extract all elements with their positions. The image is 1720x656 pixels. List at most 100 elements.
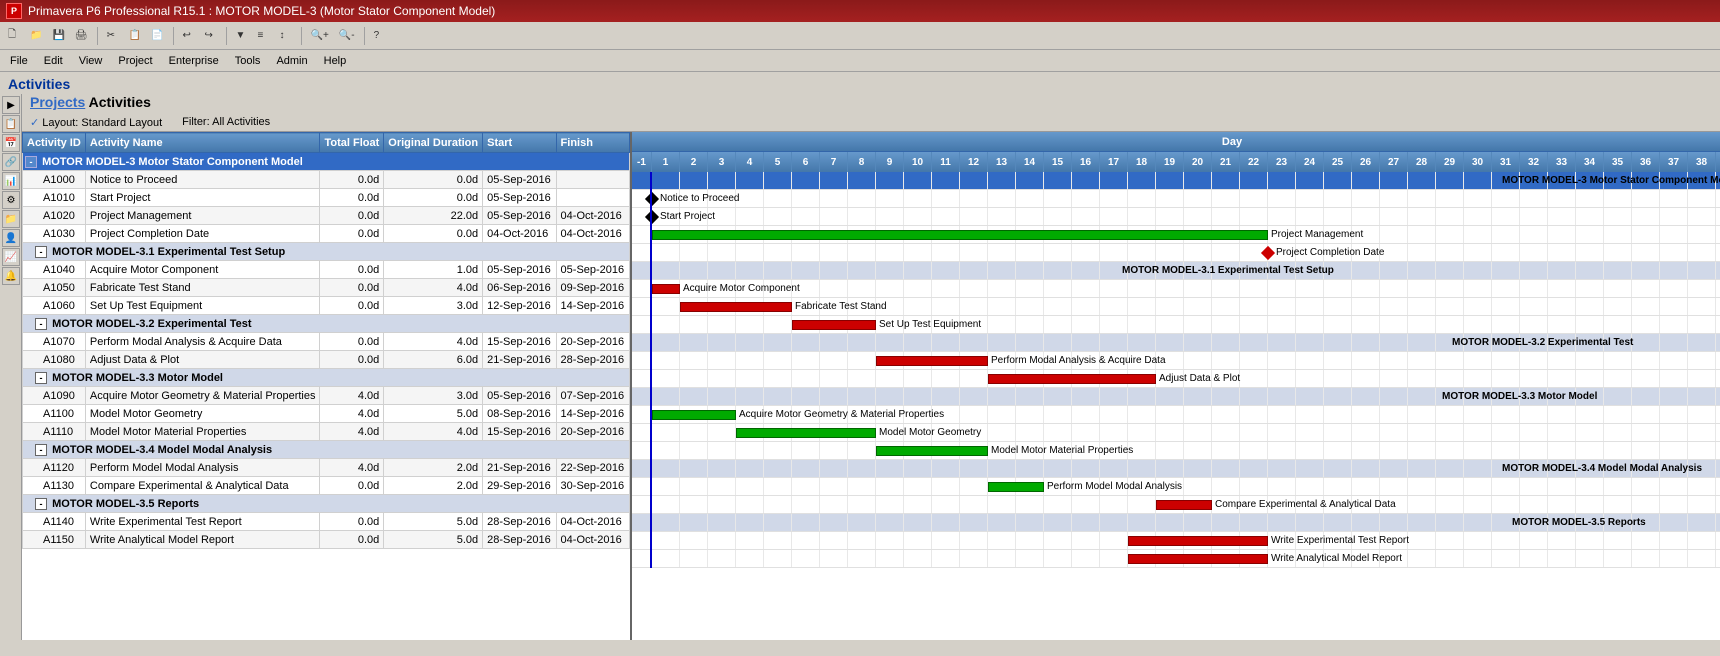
gantt-day-cell: 21 <box>1212 152 1240 172</box>
menu-file[interactable]: File <box>4 53 34 69</box>
expand-icon[interactable]: - <box>35 444 47 456</box>
expand-icon[interactable]: - <box>35 246 47 258</box>
gantt-grid-cell <box>708 190 736 207</box>
gantt-day-cell: 38 <box>1688 152 1716 172</box>
gantt-grid-cell <box>1100 280 1128 297</box>
cell-start: 05-Sep-2016 <box>483 261 556 279</box>
cell-start: 15-Sep-2016 <box>483 333 556 351</box>
gantt-grid-cell <box>1016 550 1044 567</box>
toolbar-group[interactable]: ≡ <box>254 25 274 47</box>
gantt-grid-cell <box>904 208 932 225</box>
gantt-grid-cell <box>820 190 848 207</box>
gantt-grid-cell <box>1184 352 1212 369</box>
sidebar-icon-5[interactable]: 📊 <box>2 172 20 190</box>
gantt-grid-cell <box>1100 550 1128 567</box>
gantt-grid-cell <box>1268 550 1296 567</box>
gantt-grid-cell <box>1688 226 1716 243</box>
expand-icon[interactable]: - <box>35 318 47 330</box>
toolbar-print[interactable]: 🖨 <box>71 25 92 47</box>
toolbar-redo[interactable]: ↪ <box>201 25 221 47</box>
expand-icon[interactable]: - <box>35 372 47 384</box>
cell-start: 15-Sep-2016 <box>483 423 556 441</box>
expand-icon[interactable]: - <box>25 156 37 168</box>
col-header-name[interactable]: Activity Name <box>85 133 320 153</box>
sidebar-icon-10[interactable]: 🔔 <box>2 267 20 285</box>
toolbar-paste[interactable]: 📄 <box>147 25 167 47</box>
menu-view[interactable]: View <box>73 53 109 69</box>
layout-check[interactable]: ✓ <box>30 117 42 129</box>
gantt-grid-cell <box>960 316 988 333</box>
menu-admin[interactable]: Admin <box>270 53 313 69</box>
gantt-grid-cell <box>1716 370 1720 387</box>
toolbar-new[interactable]: 🗋 <box>4 25 24 47</box>
col-header-start[interactable]: Start <box>483 133 556 153</box>
toolbar-save[interactable]: 💾 <box>48 25 68 47</box>
menu-help[interactable]: Help <box>318 53 353 69</box>
gantt-grid-cell <box>876 460 904 477</box>
gantt-grid-cell <box>792 190 820 207</box>
menu-project[interactable]: Project <box>112 53 158 69</box>
gantt-grid-cell <box>932 208 960 225</box>
gantt-grid-cell <box>1520 334 1548 351</box>
gantt-grid-cell <box>1380 496 1408 513</box>
col-header-dur[interactable]: Original Duration <box>384 133 483 153</box>
gantt-grid-cell <box>1408 190 1436 207</box>
layout-label: ✓ Layout: Standard Layout <box>30 116 162 129</box>
toolbar-help[interactable]: ? <box>370 25 390 47</box>
table-row: A1140 Write Experimental Test Report 0.0… <box>23 513 630 531</box>
gantt-grid-cell <box>1184 172 1212 189</box>
gantt-grid-cell <box>1492 316 1520 333</box>
gantt-grid-cell <box>1184 496 1212 513</box>
toolbar-zoom-out[interactable]: 🔍- <box>335 25 359 47</box>
gantt-grid-cell <box>1688 532 1716 549</box>
gantt-grid-cell <box>632 478 652 495</box>
sidebar-icon-7[interactable]: 📁 <box>2 210 20 228</box>
cell-float: 0.0d <box>320 189 384 207</box>
gantt-grid-cell <box>1072 244 1100 261</box>
cell-float: 0.0d <box>320 225 384 243</box>
gantt-grid-cell <box>1072 190 1100 207</box>
gantt-grid-cell <box>1380 514 1408 531</box>
cell-start: 05-Sep-2016 <box>483 207 556 225</box>
gantt-grid-cell <box>1464 496 1492 513</box>
toolbar-copy[interactable]: 📋 <box>125 25 145 47</box>
toolbar-open[interactable]: 📁 <box>26 25 46 47</box>
gantt-grid-cell <box>1660 460 1688 477</box>
gantt-grid-cell <box>764 460 792 477</box>
sidebar-icon-8[interactable]: 👤 <box>2 229 20 247</box>
expand-icon[interactable]: - <box>35 498 47 510</box>
sidebar-icon-4[interactable]: 🔗 <box>2 153 20 171</box>
sidebar-icon-6[interactable]: ⚙ <box>2 191 20 209</box>
cell-finish: 20-Sep-2016 <box>556 333 629 351</box>
col-header-id[interactable]: Activity ID <box>23 133 86 153</box>
toolbar-filter[interactable]: ▼ <box>232 25 252 47</box>
gantt-grid-cell <box>1296 478 1324 495</box>
sidebar-icon-3[interactable]: 📅 <box>2 134 20 152</box>
menu-tools[interactable]: Tools <box>229 53 267 69</box>
gantt-grid-cell <box>1212 244 1240 261</box>
gantt-grid-cell <box>1520 208 1548 225</box>
sidebar-icon-1[interactable]: ▶ <box>2 96 20 114</box>
gantt-grid-cell <box>904 460 932 477</box>
gantt-grid-cell <box>1604 442 1632 459</box>
gantt-grid-cell <box>960 334 988 351</box>
toolbar-zoom-in[interactable]: 🔍+ <box>307 25 333 47</box>
gantt-grid-cell <box>792 172 820 189</box>
toolbar-cut[interactable]: ✂ <box>103 25 123 47</box>
toolbar-sort[interactable]: ↕ <box>276 25 296 47</box>
sidebar-icon-2[interactable]: 📋 <box>2 115 20 133</box>
gantt-row <box>632 172 1720 190</box>
toolbar-undo[interactable]: ↩ <box>179 25 199 47</box>
col-header-float[interactable]: Total Float <box>320 133 384 153</box>
gantt-grid-cell <box>652 262 680 279</box>
gantt-grid-cell <box>632 172 652 189</box>
gantt-grid-cell <box>1240 352 1268 369</box>
col-header-finish[interactable]: Finish <box>556 133 629 153</box>
gantt-grid-cell <box>820 226 848 243</box>
sidebar-icon-9[interactable]: 📈 <box>2 248 20 266</box>
gantt-grid-cell <box>1128 478 1156 495</box>
menu-enterprise[interactable]: Enterprise <box>163 53 225 69</box>
gantt-grid-cell <box>876 172 904 189</box>
breadcrumb-projects[interactable]: Projects <box>30 94 85 110</box>
menu-edit[interactable]: Edit <box>38 53 69 69</box>
